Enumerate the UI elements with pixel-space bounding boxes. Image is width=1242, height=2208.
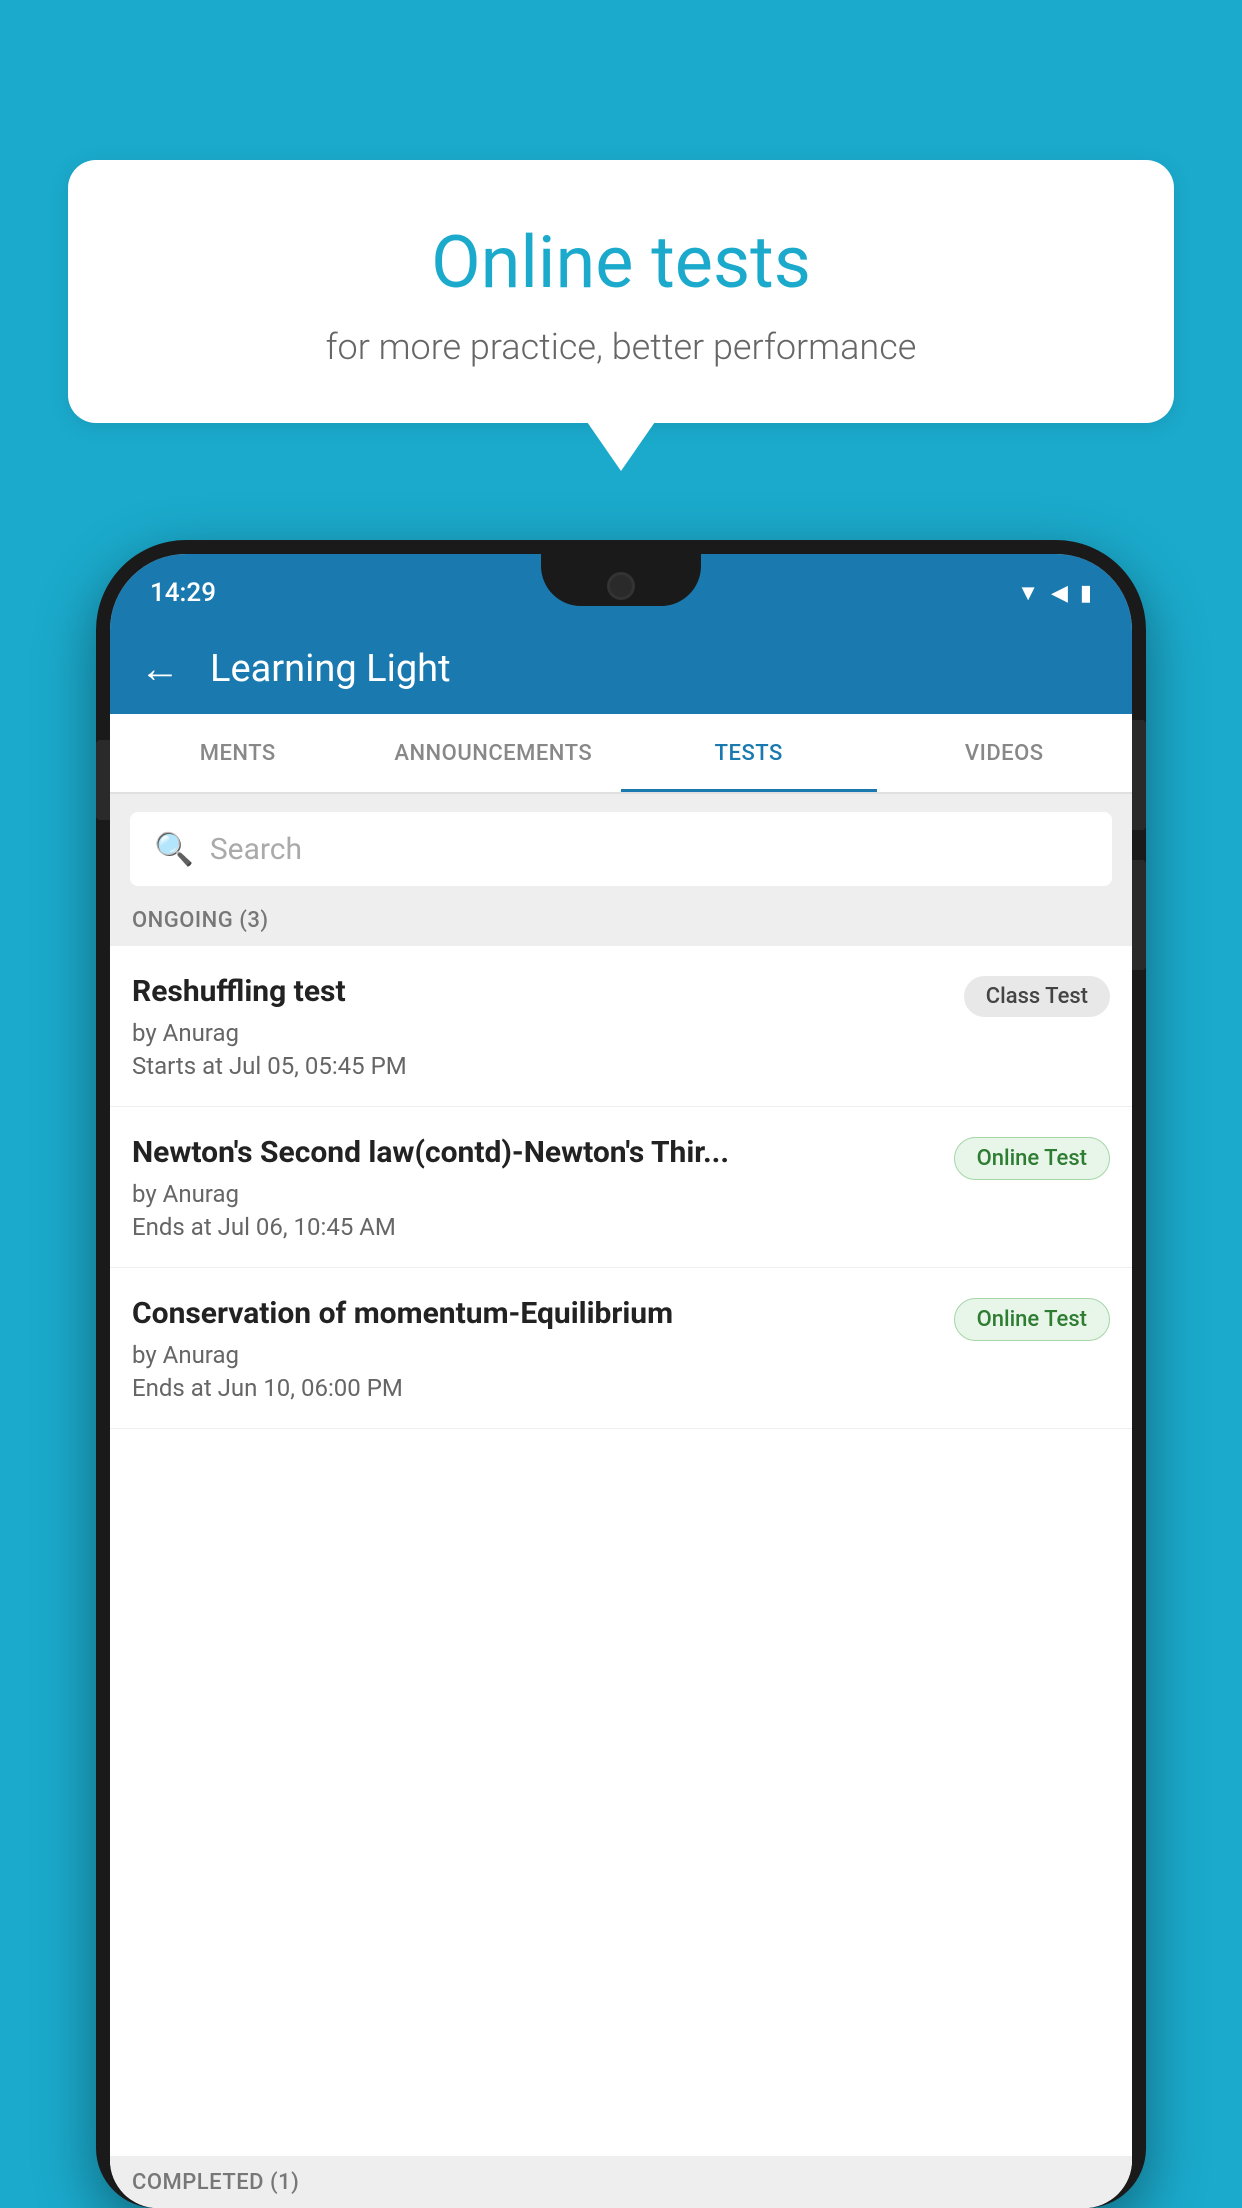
test-item-3-time: Ends at Jun 10, 06:00 PM (132, 1374, 934, 1402)
test-item-1[interactable]: Reshuffling test by Anurag Starts at Jul… (110, 946, 1132, 1107)
bubble-subtitle: for more practice, better performance (118, 326, 1124, 368)
search-input[interactable]: Search (210, 832, 302, 867)
test-item-2-time: Ends at Jul 06, 10:45 AM (132, 1213, 934, 1241)
test-item-1-author: by Anurag (132, 1019, 944, 1047)
test-item-1-name: Reshuffling test (132, 972, 944, 1011)
test-item-1-time: Starts at Jul 05, 05:45 PM (132, 1052, 944, 1080)
completed-section-header: COMPLETED (1) (110, 2156, 1132, 2208)
tab-videos[interactable]: VIDEOS (877, 714, 1133, 792)
battery-icon: ▮ (1080, 581, 1092, 606)
test-item-2[interactable]: Newton's Second law(contd)-Newton's Thir… (110, 1107, 1132, 1268)
completed-label: COMPLETED (1) (132, 2170, 299, 2195)
search-container: 🔍 Search (110, 794, 1132, 904)
phone-notch (541, 554, 701, 606)
search-bar[interactable]: 🔍 Search (130, 812, 1112, 886)
signal-icon: ◀ (1051, 581, 1068, 606)
test-item-2-author: by Anurag (132, 1180, 934, 1208)
back-button[interactable]: ← (140, 649, 180, 689)
tab-tests[interactable]: TESTS (621, 714, 877, 792)
test-item-2-badge: Online Test (954, 1137, 1110, 1180)
volume-button (96, 740, 110, 820)
power-button (1132, 720, 1146, 830)
phone-frame: 14:29 ▼ ◀ ▮ ← Learning Light MENTS ANNOU… (96, 540, 1146, 2208)
test-item-3-badge: Online Test (954, 1298, 1110, 1341)
wifi-icon: ▼ (1017, 580, 1039, 606)
bubble-title: Online tests (118, 220, 1124, 306)
test-item-1-badge: Class Test (964, 976, 1110, 1017)
volume-down-button (1132, 860, 1146, 970)
test-item-3-author: by Anurag (132, 1341, 934, 1369)
tab-assignments[interactable]: MENTS (110, 714, 366, 792)
speech-bubble: Online tests for more practice, better p… (68, 160, 1174, 423)
tab-bar: MENTS ANNOUNCEMENTS TESTS VIDEOS (110, 714, 1132, 794)
status-icons: ▼ ◀ ▮ (1017, 580, 1092, 606)
ongoing-section-header: ONGOING (3) (110, 894, 1132, 946)
test-list: Reshuffling test by Anurag Starts at Jul… (110, 946, 1132, 2208)
app-header: ← Learning Light (110, 624, 1132, 714)
test-item-3-content: Conservation of momentum-Equilibrium by … (132, 1294, 934, 1402)
ongoing-label: ONGOING (3) (132, 908, 269, 933)
search-icon: 🔍 (154, 830, 194, 868)
test-item-1-content: Reshuffling test by Anurag Starts at Jul… (132, 972, 944, 1080)
front-camera (607, 572, 635, 600)
test-item-2-content: Newton's Second law(contd)-Newton's Thir… (132, 1133, 934, 1241)
phone-screen: 14:29 ▼ ◀ ▮ ← Learning Light MENTS ANNOU… (110, 554, 1132, 2208)
test-item-2-name: Newton's Second law(contd)-Newton's Thir… (132, 1133, 934, 1172)
test-item-3-name: Conservation of momentum-Equilibrium (132, 1294, 934, 1333)
app-title: Learning Light (210, 647, 451, 691)
status-time: 14:29 (150, 578, 216, 608)
tab-announcements[interactable]: ANNOUNCEMENTS (366, 714, 622, 792)
test-item-3[interactable]: Conservation of momentum-Equilibrium by … (110, 1268, 1132, 1429)
